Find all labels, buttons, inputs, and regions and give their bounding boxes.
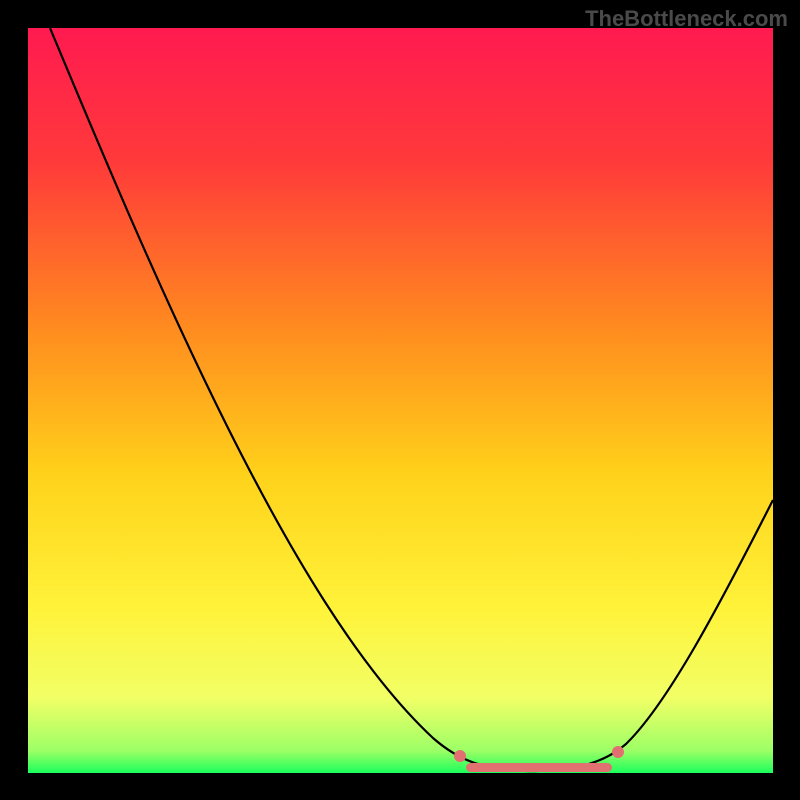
bottleneck-chart [28,28,773,773]
watermark-text: TheBottleneck.com [585,6,788,32]
